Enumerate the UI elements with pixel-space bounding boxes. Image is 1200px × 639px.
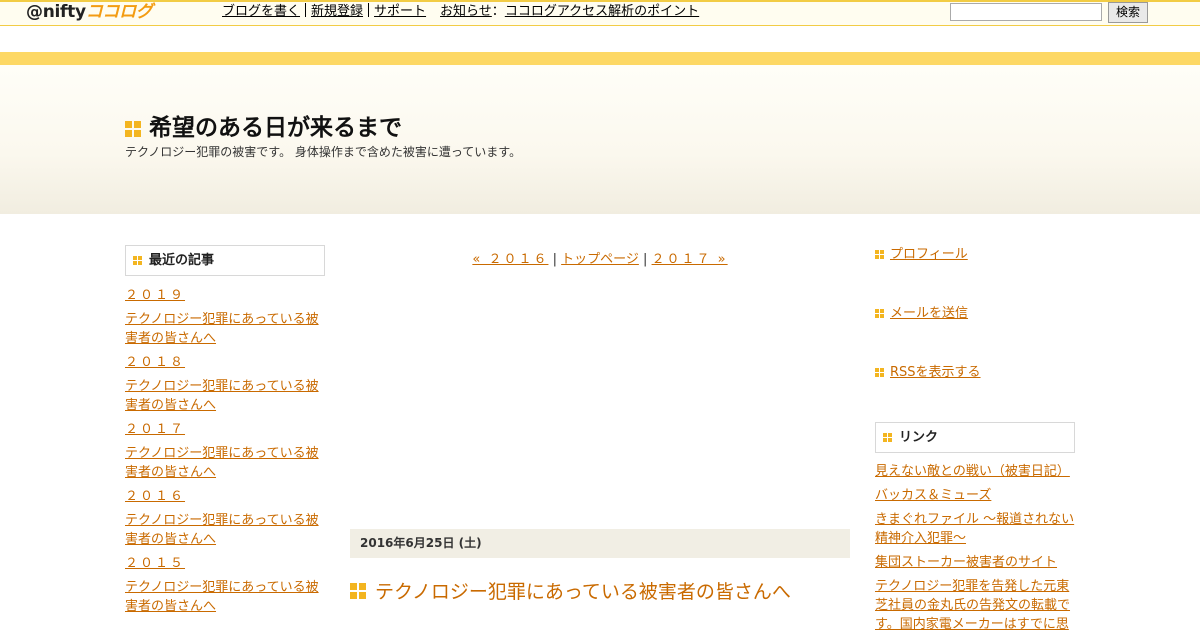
logo-cocolog-text: ココログ	[85, 2, 153, 22]
list-item: テクノロジー犯罪を告発した元東芝社員の金丸氏の告発文の転載です。国内家電メーカー…	[875, 577, 1080, 634]
prev-archive-link[interactable]: « ２０１６	[472, 252, 548, 267]
entry-date: 2016年6月25日 (土)	[360, 536, 482, 550]
access-analysis-link[interactable]: ココログアクセス解析のポイント	[505, 4, 699, 19]
list-item: バッカス＆ミューズ	[875, 486, 1080, 505]
links-label: リンク	[899, 430, 939, 445]
recent-posts-heading: 最近の記事	[125, 245, 325, 276]
list-item: ２０１５	[125, 554, 330, 573]
register-link[interactable]: 新規登録	[311, 4, 363, 19]
list-item: 集団ストーカー被害者のサイト	[875, 553, 1080, 572]
list-item: テクノロジー犯罪にあっている被害者の皆さんへ	[125, 511, 330, 549]
search-input[interactable]	[950, 3, 1102, 21]
recent-post-link[interactable]: ２０１８	[125, 355, 185, 370]
search-button[interactable]: 検索	[1108, 2, 1148, 23]
notice-link[interactable]: お知らせ	[440, 4, 492, 19]
recent-post-link[interactable]: テクノロジー犯罪にあっている被害者の皆さんへ	[125, 312, 319, 346]
send-mail-link[interactable]: メールを送信	[890, 305, 968, 323]
archive-pager: « ２０１６ | トップページ | ２０１７ »	[350, 250, 850, 269]
bullet-squares-icon	[875, 309, 885, 319]
list-item: テクノロジー犯罪にあっている被害者の皆さんへ	[125, 578, 330, 616]
header-yellow-strip	[0, 52, 1200, 65]
entry-title[interactable]: テクノロジー犯罪にあっている被害者の皆さんへ	[375, 578, 791, 606]
list-item: テクノロジー犯罪にあっている被害者の皆さんへ	[125, 377, 330, 415]
pager-divider: |	[643, 252, 648, 267]
list-item: きまぐれファイル ～報道されない精神介入犯罪～	[875, 510, 1080, 548]
recent-post-link[interactable]: ２０１５	[125, 556, 185, 571]
bullet-squares-icon	[875, 368, 885, 378]
nav-divider	[305, 3, 307, 17]
rss-link[interactable]: RSSを表示する	[890, 364, 981, 382]
top-bar: @niftyココログ ブログを書く 新規登録 サポート お知らせ：ココログアクセス解析…	[0, 0, 1200, 26]
list-item: テクノロジー犯罪にあっている被害者の皆さんへ	[125, 444, 330, 482]
list-item: ２０１７	[125, 420, 330, 439]
recent-post-link[interactable]: テクノロジー犯罪にあっている被害者の皆さんへ	[125, 580, 319, 614]
support-link[interactable]: サポート	[374, 4, 426, 19]
blog-title[interactable]: 希望のある日が来るまで	[149, 113, 402, 143]
top-accent-line	[0, 0, 1200, 2]
recent-posts-list: ２０１９ テクノロジー犯罪にあっている被害者の皆さんへ ２０１８ テクノロジー犯…	[125, 286, 330, 621]
profile-link[interactable]: プロフィール	[890, 246, 968, 264]
title-squares-icon	[125, 121, 141, 137]
top-navigation: ブログを書く 新規登録 サポート お知らせ：ココログアクセス解析のポイント	[222, 3, 699, 20]
nifty-cocolog-logo[interactable]: @niftyココログ	[26, 2, 153, 22]
recent-post-link[interactable]: ２０１９	[125, 288, 185, 303]
recent-post-link[interactable]: ２０１６	[125, 489, 185, 504]
bullet-squares-icon	[875, 250, 885, 260]
external-link[interactable]: 見えない敵との戦い（被害日記）	[875, 464, 1070, 479]
write-blog-link[interactable]: ブログを書く	[222, 4, 300, 19]
recent-post-link[interactable]: テクノロジー犯罪にあっている被害者の皆さんへ	[125, 379, 319, 413]
notice-colon: ：	[491, 4, 505, 19]
list-item: ２０１９	[125, 286, 330, 305]
links-list: 見えない敵との戦い（被害日記） バッカス＆ミューズ きまぐれファイル ～報道され…	[875, 462, 1080, 639]
blog-description: テクノロジー犯罪の被害です。 身体操作まで含めた被害に遭っています。	[125, 145, 522, 159]
links-heading: リンク	[875, 422, 1075, 453]
external-link[interactable]: きまぐれファイル ～報道されない精神介入犯罪～	[875, 512, 1074, 546]
recent-posts-label: 最近の記事	[149, 253, 215, 268]
recent-post-link[interactable]: ２０１７	[125, 422, 185, 437]
top-page-link[interactable]: トップページ	[561, 252, 639, 267]
entry-date-bar: 2016年6月25日 (土)	[350, 529, 850, 558]
pager-divider: |	[552, 252, 557, 267]
heading-squares-icon	[883, 433, 893, 443]
list-item: 見えない敵との戦い（被害日記）	[875, 462, 1080, 481]
external-link[interactable]: バッカス＆ミューズ	[875, 488, 991, 503]
list-item: ２０１８	[125, 353, 330, 372]
logo-nifty-text: @nifty	[26, 2, 86, 22]
recent-post-link[interactable]: テクノロジー犯罪にあっている被害者の皆さんへ	[125, 513, 319, 547]
next-archive-link[interactable]: ２０１７ »	[652, 252, 728, 267]
external-link[interactable]: 集団ストーカー被害者のサイト	[875, 555, 1057, 570]
entry-squares-icon	[350, 583, 366, 599]
list-item: テクノロジー犯罪にあっている被害者の皆さんへ	[125, 310, 330, 348]
external-link[interactable]: テクノロジー犯罪を告発した元東芝社員の金丸氏の告発文の転載です。国内家電メーカー…	[875, 579, 1070, 632]
list-item: ２０１６	[125, 487, 330, 506]
heading-squares-icon	[133, 256, 143, 266]
recent-post-link[interactable]: テクノロジー犯罪にあっている被害者の皆さんへ	[125, 446, 319, 480]
nav-divider	[368, 3, 370, 17]
